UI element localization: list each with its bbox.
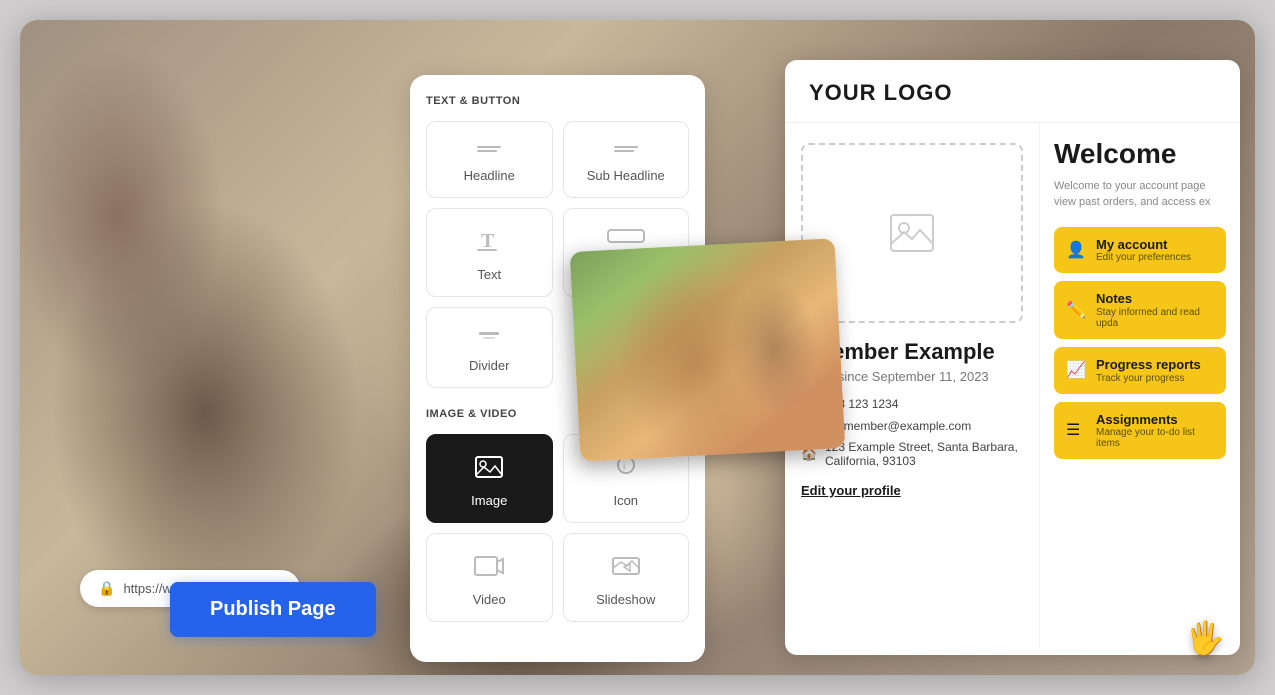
notes-content: Notes Stay informed and read upda — [1096, 291, 1214, 329]
progress-icon: 📈 — [1066, 360, 1086, 380]
welcome-text: Welcome to your account page view past o… — [1054, 178, 1226, 211]
cursor-hand-icon: 🖐 — [1185, 619, 1225, 657]
dragged-photo — [570, 238, 846, 462]
progress-content: Progress reports Track your progress — [1096, 357, 1201, 384]
progress-subtitle: Track your progress — [1096, 373, 1201, 384]
notes-subtitle: Stay informed and read upda — [1096, 307, 1214, 329]
publish-page-button[interactable]: Publish Page — [170, 582, 376, 637]
assignments-icon: ☰ — [1066, 420, 1086, 440]
assignments-content: Assignments Manage your to-do list items — [1096, 412, 1214, 450]
notes-icon: ✏️ — [1066, 300, 1086, 320]
widget-divider[interactable]: Divider — [426, 307, 553, 388]
address-text: 123 Example Street, Santa Barbara, Calif… — [825, 440, 1023, 468]
svg-text:T: T — [481, 230, 495, 252]
my-account-icon: 👤 — [1066, 240, 1086, 260]
image-icon — [473, 453, 505, 485]
outer-frame: 🔒 https://www.mylandin... Publish Page T… — [20, 20, 1255, 675]
site-header: YOUR LOGO — [785, 60, 1240, 123]
lock-icon: 🔒 — [98, 580, 115, 597]
widget-slideshow[interactable]: Slideshow — [563, 533, 690, 622]
action-card-my-account[interactable]: 👤 My account Edit your preferences — [1054, 227, 1226, 274]
widget-sub-headline[interactable]: Sub Headline — [563, 121, 690, 198]
svg-text:i: i — [623, 462, 625, 473]
divider-icon — [473, 326, 505, 350]
edit-profile-link[interactable]: Edit your profile — [801, 483, 901, 498]
section-title-text-button: TEXT & BUTTON — [426, 95, 689, 107]
my-account-content: My account Edit your preferences — [1096, 237, 1191, 264]
site-body: e Member Example Client since September … — [785, 123, 1240, 648]
widget-image[interactable]: Image — [426, 434, 553, 523]
sub-headline-icon — [610, 140, 642, 160]
image-video-grid: Image i Icon — [426, 434, 689, 622]
site-logo: YOUR LOGO — [809, 80, 1216, 106]
progress-title: Progress reports — [1096, 357, 1201, 373]
welcome-heading: Welcome — [1054, 139, 1226, 170]
text-icon: T — [473, 227, 505, 259]
site-right-column: Welcome Welcome to your account page vie… — [1040, 123, 1240, 648]
my-account-subtitle: Edit your preferences — [1096, 252, 1191, 263]
video-label: Video — [473, 592, 506, 607]
site-preview-panel: YOUR LOGO e Member Example — [785, 60, 1240, 655]
assignments-title: Assignments — [1096, 412, 1214, 428]
widget-video[interactable]: Video — [426, 533, 553, 622]
my-account-title: My account — [1096, 237, 1191, 253]
video-icon — [473, 552, 505, 584]
image-label: Image — [471, 493, 507, 508]
action-card-progress[interactable]: 📈 Progress reports Track your progress — [1054, 347, 1226, 394]
icon-label: Icon — [613, 493, 638, 508]
widget-text[interactable]: T Text — [426, 208, 553, 297]
headline-icon — [473, 140, 505, 160]
image-placeholder-icon — [882, 208, 942, 258]
email-address: sitemember@example.com — [825, 419, 971, 433]
button-icon — [606, 227, 646, 249]
text-label: Text — [477, 267, 501, 282]
headline-label: Headline — [464, 168, 515, 183]
member-name: Member Example — [814, 339, 995, 364]
divider-label: Divider — [469, 358, 509, 373]
widget-headline[interactable]: Headline — [426, 121, 553, 198]
sub-headline-label: Sub Headline — [587, 168, 665, 183]
action-card-notes[interactable]: ✏️ Notes Stay informed and read upda — [1054, 281, 1226, 339]
notes-title: Notes — [1096, 291, 1214, 307]
slideshow-label: Slideshow — [596, 592, 655, 607]
assignments-subtitle: Manage your to-do list items — [1096, 427, 1214, 449]
action-card-assignments[interactable]: ☰ Assignments Manage your to-do list ite… — [1054, 402, 1226, 460]
slideshow-icon — [610, 552, 642, 584]
